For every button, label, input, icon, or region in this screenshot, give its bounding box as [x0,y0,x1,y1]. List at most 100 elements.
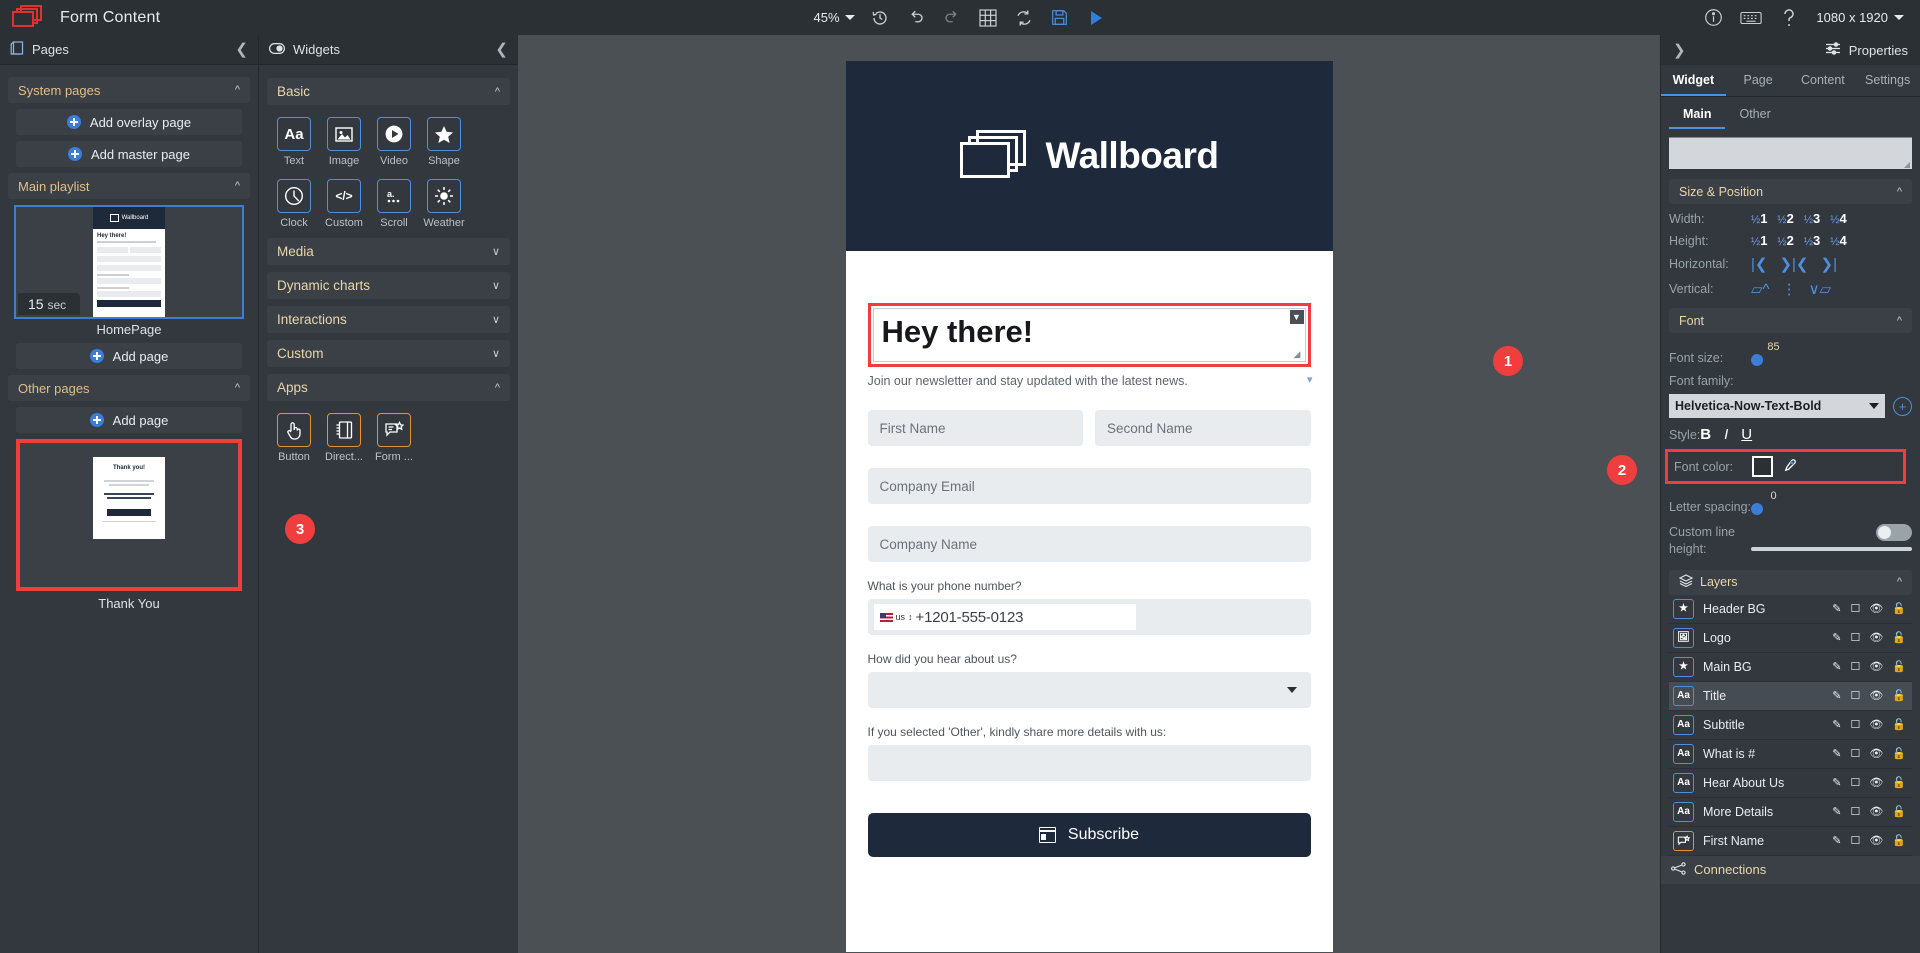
resolution-selector[interactable]: 1080 x 1920 [1816,10,1904,25]
refresh-icon[interactable] [1013,7,1035,29]
add-overlay-page-button[interactable]: Add overlay page [16,109,242,135]
layer-row-header-bg[interactable]: ★ Header BG ✎ ☐ 👁 🔓 [1669,595,1912,624]
eye-visibility-icon[interactable]: 👁 [1869,834,1883,847]
font-color-swatch[interactable] [1752,456,1773,477]
lock-open-icon[interactable]: 🔓 [1892,660,1906,673]
tab-page[interactable]: Page [1726,65,1791,96]
redo-icon[interactable] [941,7,963,29]
layer-row-hear-about-us[interactable]: Aa Hear About Us ✎ ☐ 👁 🔓 [1669,769,1912,798]
hear-about-us-select[interactable] [867,672,1311,709]
company-email-input[interactable]: Company Email [867,468,1311,505]
select-box-icon[interactable]: ☐ [1850,602,1860,615]
line-height-slider[interactable] [1751,547,1912,551]
lock-open-icon[interactable]: 🔓 [1892,718,1906,731]
undo-icon[interactable] [905,7,927,29]
history-icon[interactable] [869,7,891,29]
edit-pencil-icon[interactable]: ✎ [1832,747,1841,760]
section-connections[interactable]: Connections [1661,855,1920,884]
width-half-button[interactable]: ½2 [1777,211,1793,226]
height-quarter-button[interactable]: ½4 [1830,233,1846,248]
edit-pencil-icon[interactable]: ✎ [1832,776,1841,789]
layer-row-subtitle[interactable]: Aa Subtitle ✎ ☐ 👁 🔓 [1669,711,1912,740]
select-box-icon[interactable]: ☐ [1850,776,1860,789]
lock-open-icon[interactable]: 🔓 [1892,834,1906,847]
select-box-icon[interactable]: ☐ [1850,747,1860,760]
lock-open-icon[interactable]: 🔓 [1892,689,1906,702]
layer-row-main-bg[interactable]: ★ Main BG ✎ ☐ 👁 🔓 [1669,653,1912,682]
chevron-left-icon[interactable]: ❮ [235,42,248,57]
edit-pencil-icon[interactable]: ✎ [1832,718,1841,731]
widget-scroll[interactable]: a. Scroll [375,179,413,229]
edit-pencil-icon[interactable]: ✎ [1832,805,1841,818]
info-icon[interactable] [1702,7,1724,29]
tab-widget[interactable]: Widget [1661,65,1726,96]
eye-visibility-icon[interactable]: 👁 [1869,631,1883,644]
chevron-right-icon[interactable]: ❯ [1673,41,1686,59]
play-icon[interactable] [1085,7,1107,29]
resize-handle[interactable]: ◢ [1294,350,1303,359]
layer-row-more-details[interactable]: Aa More Details ✎ ☐ 👁 🔓 [1669,798,1912,827]
stage-header-bg[interactable]: Wallboard [845,61,1333,251]
widget-custom[interactable]: </> Custom [325,179,363,229]
edit-pencil-icon[interactable]: ✎ [1832,689,1841,702]
tab-content[interactable]: Content [1791,65,1856,96]
section-size-position[interactable]: Size & Position ^ [1669,179,1912,204]
lock-open-icon[interactable]: 🔓 [1892,631,1906,644]
company-name-input[interactable]: Company Name [867,526,1311,563]
eye-visibility-icon[interactable]: 👁 [1869,602,1883,615]
page-thumbnail-homepage[interactable]: Wallboard Hey there! 15 sec HomePage [14,205,244,337]
page-duration-badge[interactable]: 15 sec [18,293,81,315]
subtab-main[interactable]: Main [1669,101,1726,129]
custom-line-height-toggle[interactable] [1876,524,1912,541]
edit-pencil-icon[interactable]: ✎ [1832,834,1841,847]
page-thumbnail-thankyou[interactable]: Thank you! Thank You [16,439,242,611]
stage-subtitle-text[interactable]: Join our newsletter and stay updated wit… [868,374,1313,388]
widget-group-basic[interactable]: Basic ^ [267,78,510,105]
widget-button-app[interactable]: Button [275,413,313,463]
page-thumbnail-image[interactable]: Thank you! [16,439,242,591]
save-icon[interactable] [1049,7,1071,29]
eye-visibility-icon[interactable]: 👁 [1869,776,1883,789]
widget-group-apps[interactable]: Apps ^ [267,374,510,401]
width-third-button[interactable]: ½3 [1804,211,1820,226]
align-center-vertical-icon[interactable]: ⋮ [1782,280,1797,298]
more-details-input[interactable] [867,745,1311,782]
select-box-icon[interactable]: ☐ [1850,689,1860,702]
widget-shape[interactable]: Shape [425,117,463,167]
widget-text[interactable]: Aa Text [275,117,313,167]
align-left-icon[interactable]: |❮ [1751,255,1767,273]
width-full-button[interactable]: ½1 [1751,211,1767,226]
select-box-icon[interactable]: ☐ [1850,834,1860,847]
eye-visibility-icon[interactable]: 👁 [1869,660,1883,673]
italic-button[interactable]: I [1724,426,1728,443]
country-select-arrows-icon[interactable]: ↕ [908,612,913,622]
zoom-level-selector[interactable]: 45% [813,10,855,25]
width-quarter-button[interactable]: ½4 [1830,211,1846,226]
height-third-button[interactable]: ½3 [1804,233,1820,248]
widget-text-textarea[interactable] [1669,137,1912,169]
add-page-button-main[interactable]: Add page [16,343,242,369]
widget-directory-app[interactable]: Direct... [325,413,363,463]
canvas-area[interactable]: Wallboard Hey there! ▼ ◢ Join our newsle… [518,35,1660,953]
widget-weather[interactable]: Weather [423,179,465,229]
chevron-left-icon[interactable]: ❮ [495,42,508,57]
phone-number-field[interactable]: us ↕ +1201-555-0123 [867,599,1311,636]
align-right-icon[interactable]: ❯| [1821,255,1837,273]
widget-group-interactions[interactable]: Interactions ∨ [267,306,510,333]
section-main-playlist[interactable]: Main playlist ^ [8,173,250,199]
section-other-pages[interactable]: Other pages ^ [8,375,250,401]
second-name-input[interactable]: Second Name [1095,410,1311,447]
layer-row-what-is[interactable]: Aa What is # ✎ ☐ 👁 🔓 [1669,740,1912,769]
add-font-button[interactable]: + [1893,396,1912,416]
select-box-icon[interactable]: ☐ [1850,660,1860,673]
design-stage[interactable]: Wallboard Hey there! ▼ ◢ Join our newsle… [845,61,1333,952]
tab-settings[interactable]: Settings [1855,65,1920,96]
keyboard-icon[interactable] [1740,7,1763,29]
lock-open-icon[interactable]: 🔓 [1892,776,1906,789]
align-top-icon[interactable]: ▱^ [1751,280,1770,298]
bold-button[interactable]: B [1700,426,1711,443]
select-box-icon[interactable]: ☐ [1850,631,1860,644]
subtab-other[interactable]: Other [1725,101,1784,129]
eye-visibility-icon[interactable]: 👁 [1869,805,1883,818]
edit-pencil-icon[interactable]: ✎ [1832,602,1841,615]
